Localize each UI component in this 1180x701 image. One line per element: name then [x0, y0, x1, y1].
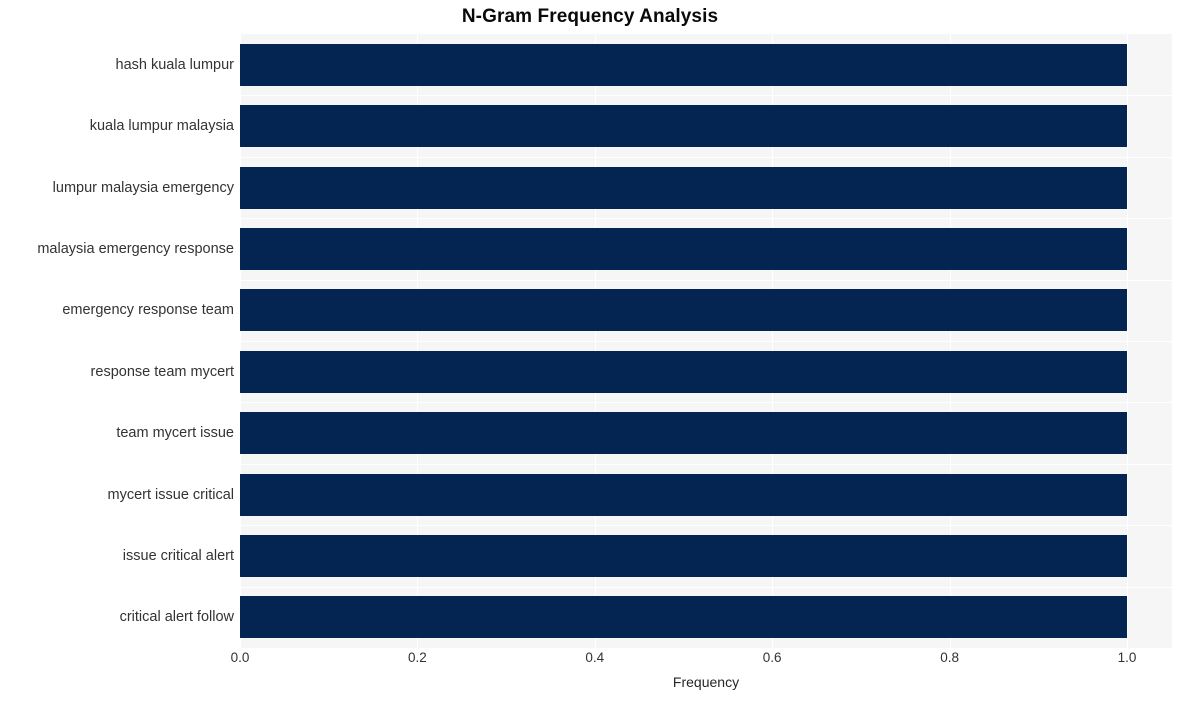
bar: [240, 289, 1127, 332]
bar: [240, 227, 1127, 270]
x-axis-tick-label: 0.4: [585, 650, 605, 665]
y-axis-tick-label: kuala lumpur malaysia: [89, 118, 234, 135]
bar: [240, 350, 1127, 393]
horizontal-gridline: [240, 587, 1172, 588]
y-axis-tick-label: emergency response team: [62, 302, 234, 319]
bar: [240, 473, 1127, 516]
horizontal-gridline: [240, 402, 1172, 403]
plot-area: [240, 34, 1172, 648]
x-axis-tick-label: 1.0: [1117, 650, 1137, 665]
x-axis-tick-label: 0.0: [230, 650, 250, 665]
y-axis-tick-label: mycert issue critical: [107, 486, 235, 503]
horizontal-gridline: [240, 280, 1172, 281]
y-axis-tick-label: hash kuala lumpur: [115, 56, 235, 73]
bar: [240, 105, 1127, 148]
bar: [240, 596, 1127, 639]
y-axis-tick-label: response team mycert: [90, 363, 234, 380]
horizontal-gridline: [240, 341, 1172, 342]
horizontal-gridline: [240, 218, 1172, 219]
y-axis-tick-label: malaysia emergency response: [37, 240, 234, 257]
y-axis-tick-label: critical alert follow: [119, 609, 234, 626]
horizontal-gridline: [240, 95, 1172, 96]
horizontal-gridline: [240, 464, 1172, 465]
x-axis-label: Frequency: [672, 674, 740, 690]
bar: [240, 43, 1127, 86]
x-axis-tick-label: 0.8: [940, 650, 959, 665]
bar: [240, 534, 1127, 577]
chart-title: N-Gram Frequency Analysis: [461, 6, 719, 27]
y-axis-tick-label: lumpur malaysia emergency: [52, 179, 234, 196]
x-axis-tick-label: 0.2: [408, 650, 427, 665]
bar: [240, 166, 1127, 209]
y-axis-tick-labels: hash kuala lumpur kuala lumpur malaysia lu…: [0, 34, 234, 648]
x-axis-tick-labels: 0.0 0.2 0.4 0.6 0.8 1.0: [231, 650, 1172, 674]
horizontal-gridline: [240, 157, 1172, 158]
bar: [240, 412, 1127, 455]
chart-figure: N-Gram Frequency Analysis hash kuala lum…: [0, 0, 1180, 701]
y-axis-tick-label: team mycert issue: [116, 425, 234, 442]
horizontal-gridline: [240, 525, 1172, 526]
x-axis-tick-label: 0.6: [762, 650, 782, 665]
y-axis-tick-label: issue critical alert: [122, 547, 234, 564]
